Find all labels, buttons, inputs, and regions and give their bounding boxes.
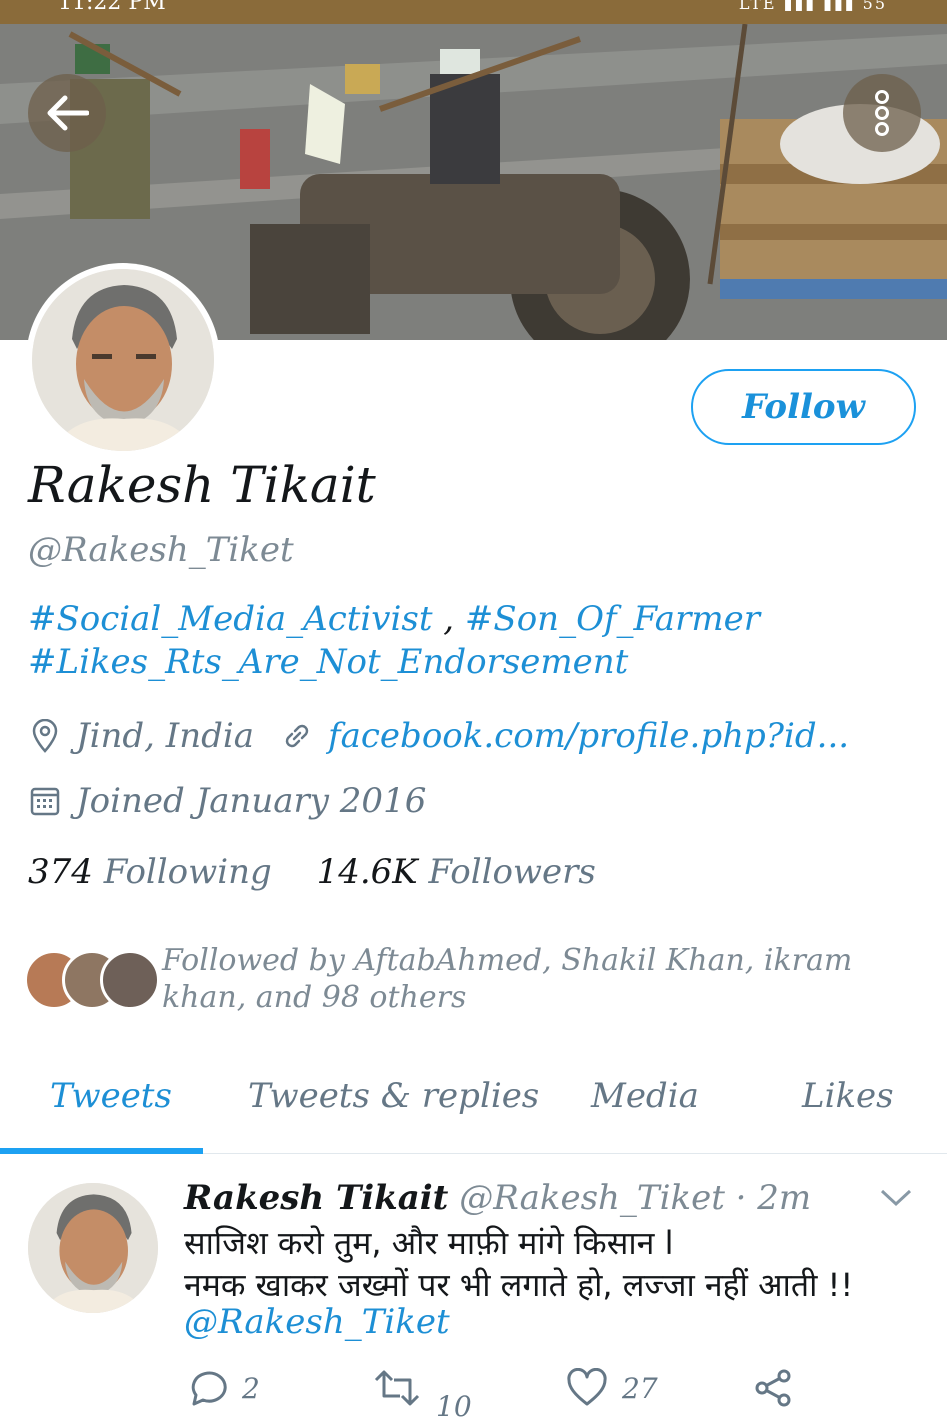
tab-likes[interactable]: Likes [802,1076,894,1116]
tweet-mention-link[interactable]: @Rakesh_Tiket [184,1302,450,1342]
location-pin-icon [28,719,62,753]
tweet-text-line: साजिश करो तुम, और माफ़ी मांगे किसान l [184,1224,674,1262]
profile-bio: #Social_Media_Activist , #Son_Of_Farmer … [28,598,760,684]
like-count: 27 [622,1371,658,1405]
following-stat[interactable]: 374 Following [28,852,272,892]
tweet-text-line: नमक खाकर जख्मों पर भी लगाते हो, लज्जा नह… [184,1266,854,1304]
status-indicators: LTE ▮▮▮ ▮▮▮ 55 [738,0,887,13]
active-tab-indicator [0,1148,203,1154]
tab-media[interactable]: Media [591,1076,699,1116]
arrow-left-icon [47,95,89,131]
link-icon [280,719,314,753]
following-label: Following [103,852,272,892]
tab-tweets[interactable]: Tweets [50,1076,172,1116]
retweet-count: 10 [436,1389,472,1418]
reply-count: 2 [242,1371,260,1405]
profile-website-link[interactable]: facebook.com/profile.php?id... [328,716,849,756]
more-options-button[interactable] [843,74,921,152]
tweet-author-name[interactable]: Rakesh Tikait [184,1178,448,1218]
heart-icon [567,1368,607,1406]
bio-hashtag[interactable]: #Likes_Rts_Are_Not_Endorsement [28,642,628,682]
more-vertical-icon [875,90,889,136]
calendar-icon [28,784,62,818]
following-count: 374 [28,852,93,892]
bio-separator: , [432,599,465,639]
avatar-image [28,1183,158,1313]
avatar [100,950,160,1010]
reply-icon [191,1371,227,1406]
followers-label: Followers [428,852,596,892]
avatar-image [32,269,214,451]
profile-handle: @Rakesh_Tiket [28,530,294,570]
status-time: 11:22 PM [58,0,166,15]
tweet-author-avatar[interactable] [28,1183,158,1313]
tab-tweets-replies[interactable]: Tweets & replies [248,1076,539,1116]
tweet-handle-time: @Rakesh_Tiket · 2m [459,1178,812,1218]
share-icon [755,1369,791,1407]
followers-stat[interactable]: 14.6K Followers [317,852,596,892]
bio-hashtag[interactable]: #Social_Media_Activist [28,599,432,639]
profile-stats: 374 Following 14.6K Followers [28,852,596,892]
back-button[interactable] [28,74,106,152]
followers-count: 14.6K [316,852,418,892]
bio-hashtag[interactable]: #Son_Of_Farmer [465,599,760,639]
tweet-header: Rakesh Tikait @Rakesh_Tiket · 2m [184,1178,811,1218]
status-bar: 11:22 PM LTE ▮▮▮ ▮▮▮ 55 [0,0,947,24]
retweet-icon [374,1370,420,1406]
reply-button[interactable]: 2 [186,1368,260,1408]
profile-avatar[interactable] [26,263,220,457]
tweet-options-button[interactable] [878,1186,914,1210]
follow-button[interactable]: Follow [691,369,916,445]
chevron-down-icon [880,1189,912,1207]
like-button[interactable]: 27 [566,1368,658,1408]
profile-name: Rakesh Tikait [28,456,376,514]
profile-joined-date: Joined January 2016 [76,781,427,821]
profile-meta-row: Jind, India facebook.com/profile.php?id.… [28,716,849,756]
followed-by-avatars[interactable] [24,950,160,1012]
retweet-button[interactable]: 10 [372,1368,472,1418]
profile-location: Jind, India [76,716,255,756]
profile-joined-row: Joined January 2016 [28,781,426,821]
followed-by-text[interactable]: Followed by AftabAhmed, Shakil Khan, ikr… [162,942,922,1016]
profile-tabs: Tweets Tweets & replies Media Likes [0,1070,947,1154]
tweet-text: साजिश करो तुम, और माफ़ी मांगे किसान l नम… [184,1222,924,1306]
share-button[interactable] [754,1368,808,1408]
